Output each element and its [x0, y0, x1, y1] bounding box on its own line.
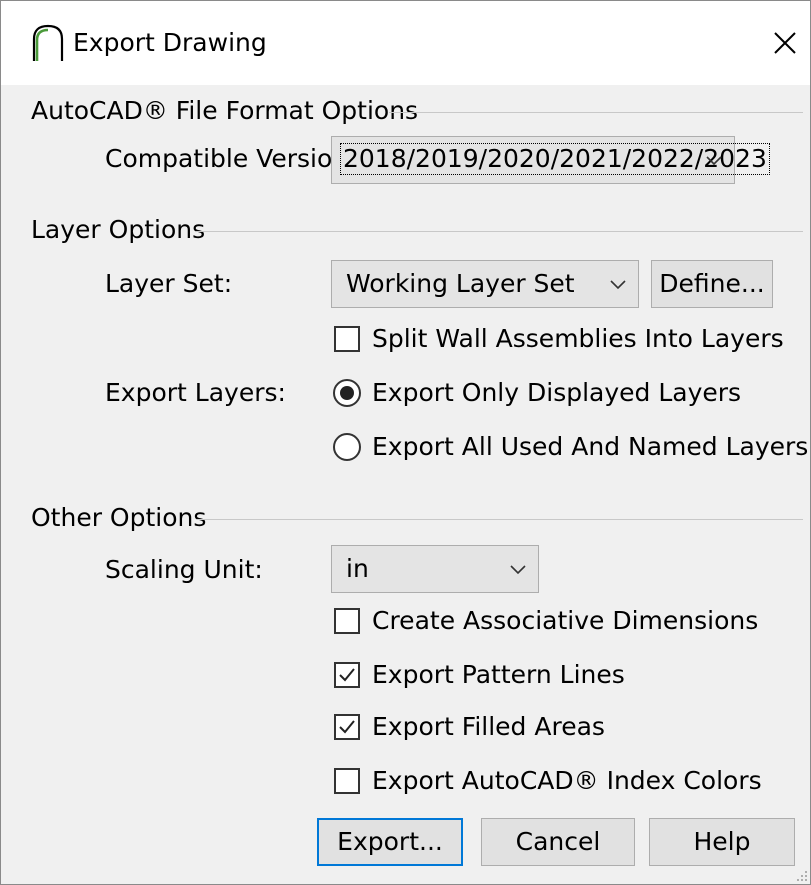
assoc-dims-label: Create Associative Dimensions	[372, 606, 759, 635]
layer-group-divider	[195, 231, 803, 232]
define-button[interactable]: Define...	[651, 260, 773, 308]
other-group-divider	[197, 519, 803, 520]
radio-selected-dot	[340, 386, 354, 400]
pattern-lines-label: Export Pattern Lines	[372, 660, 625, 689]
autocad-group-divider	[389, 112, 803, 113]
filled-areas-label: Export Filled Areas	[372, 712, 605, 741]
chevron-down-icon	[706, 156, 722, 166]
split-wall-checkbox[interactable]	[334, 326, 360, 352]
radio-export-all[interactable]	[333, 433, 361, 461]
export-button[interactable]: Export...	[317, 818, 463, 866]
checkmark-icon	[339, 720, 355, 734]
autocad-group-label: AutoCAD® File Format Options	[31, 96, 419, 125]
index-colors-checkbox[interactable]	[334, 768, 360, 794]
scaling-unit-value: in	[346, 554, 369, 583]
checkmark-icon	[339, 668, 355, 682]
pattern-lines-checkbox[interactable]	[334, 662, 360, 688]
window-title: Export Drawing	[73, 28, 267, 57]
assoc-dims-checkbox[interactable]	[334, 608, 360, 634]
radio-export-displayed-label: Export Only Displayed Layers	[372, 378, 742, 407]
compatible-version-label: Compatible Version:	[105, 144, 357, 173]
chevron-down-icon	[510, 565, 526, 575]
export-drawing-dialog: Export Drawing AutoCAD® File Format Opti…	[0, 0, 811, 885]
cancel-button[interactable]: Cancel	[481, 818, 635, 866]
other-group-label: Other Options	[31, 503, 207, 532]
export-layers-label: Export Layers:	[105, 378, 286, 407]
radio-export-all-label: Export All Used And Named Layers	[372, 432, 809, 461]
compatible-version-select[interactable]: 2018/2019/2020/2021/2022/2023	[331, 136, 770, 184]
layer-group-label: Layer Options	[31, 215, 206, 244]
help-button[interactable]: Help	[649, 818, 795, 866]
radio-export-displayed[interactable]	[333, 379, 361, 407]
chevron-down-icon	[610, 280, 626, 290]
layer-set-select[interactable]: Working Layer Set	[331, 260, 639, 308]
scaling-unit-label: Scaling Unit:	[105, 555, 263, 584]
split-wall-label: Split Wall Assemblies Into Layers	[372, 324, 784, 353]
resize-grip-icon[interactable]	[796, 870, 808, 882]
arch-icon	[32, 24, 64, 61]
close-icon[interactable]	[763, 21, 807, 65]
index-colors-label: Export AutoCAD® Index Colors	[372, 766, 762, 795]
title-bar: Export Drawing	[1, 1, 810, 85]
layer-set-label: Layer Set:	[105, 269, 233, 298]
scaling-unit-select[interactable]: in	[331, 545, 539, 593]
filled-areas-checkbox[interactable]	[334, 714, 360, 740]
layer-set-value: Working Layer Set	[346, 269, 575, 298]
